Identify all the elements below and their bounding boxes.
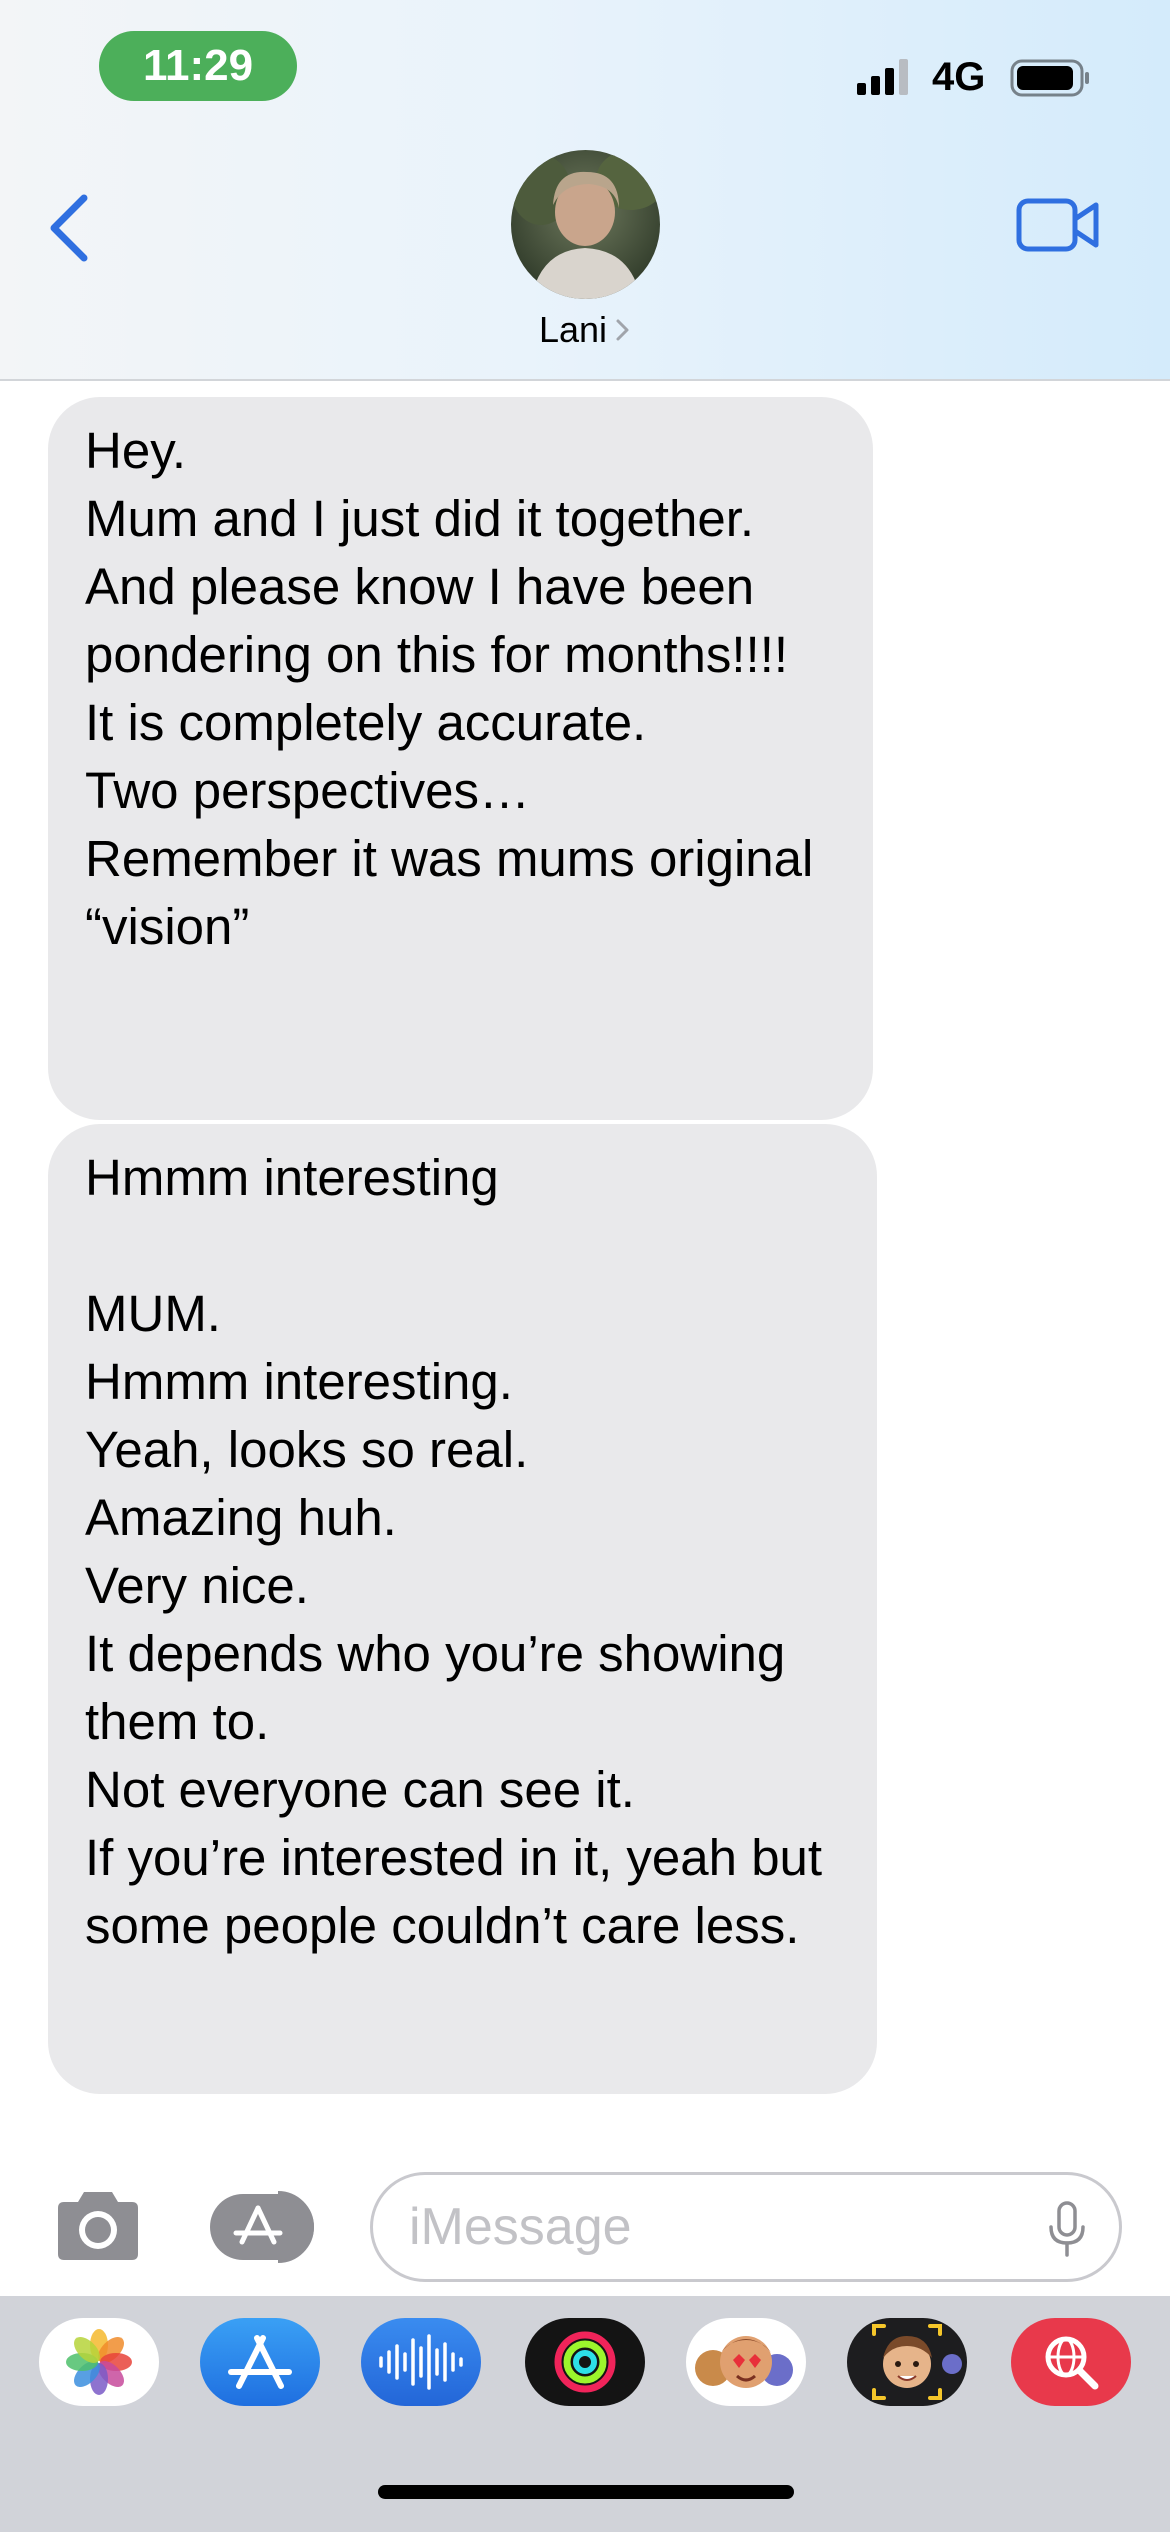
message-input[interactable]: iMessage	[370, 2172, 1122, 2282]
home-indicator[interactable]	[378, 2485, 794, 2499]
contact-photo	[511, 150, 660, 299]
app-store-icon[interactable]	[200, 2318, 320, 2406]
waveform-glyph	[379, 2334, 463, 2390]
chevron-right-icon	[616, 319, 629, 341]
web-search-icon[interactable]	[1011, 2318, 1131, 2406]
microphone-icon[interactable]	[1047, 2201, 1087, 2257]
network-type: 4G	[932, 55, 986, 99]
memoji-icon[interactable]	[847, 2318, 967, 2406]
web-search-glyph	[1045, 2336, 1099, 2390]
contact-name[interactable]: Lani	[510, 308, 660, 352]
activity-icon[interactable]	[525, 2318, 645, 2406]
avatar[interactable]	[511, 150, 660, 299]
message-input-placeholder: iMessage	[409, 2198, 632, 2256]
contact-name-label: Lani	[538, 309, 608, 350]
photos-icon-glyph	[66, 2329, 132, 2395]
message-bubble-incoming[interactable]: Hmmm interesting MUM. Hmmm interesting. …	[48, 1124, 877, 2094]
camera-icon[interactable]	[52, 2190, 144, 2262]
memoji-stickers-icon[interactable]	[686, 2318, 806, 2406]
memoji-stickers-glyph	[695, 2336, 793, 2388]
message-bubble-incoming[interactable]: Hey. Mum and I just did it together. And…	[48, 397, 873, 1120]
conversation-header: 11:29 4G Lani	[0, 0, 1170, 381]
battery-icon	[1010, 59, 1089, 97]
photos-icon[interactable]	[39, 2318, 159, 2406]
memoji-glyph	[872, 2324, 962, 2400]
status-time[interactable]: 11:29	[99, 31, 297, 101]
audio-message-icon[interactable]	[361, 2318, 481, 2406]
signal-strength-icon	[857, 59, 908, 95]
app-store-icon[interactable]	[208, 2190, 320, 2264]
activity-rings-glyph	[554, 2331, 616, 2393]
video-camera-icon[interactable]	[1016, 195, 1100, 255]
chevron-left-icon[interactable]	[40, 188, 100, 268]
app-store-glyph	[228, 2335, 292, 2389]
